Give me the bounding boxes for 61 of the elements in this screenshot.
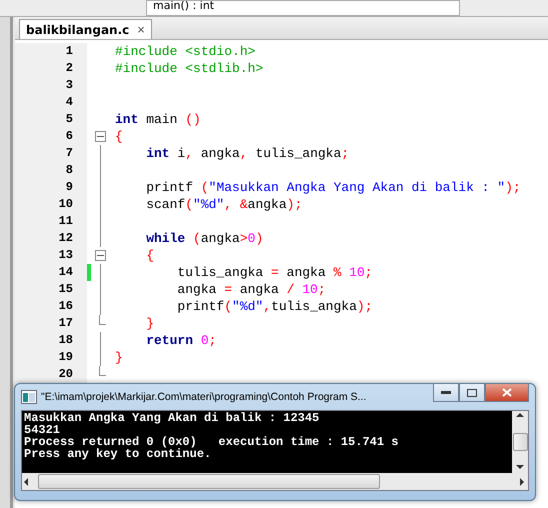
- code-line: {: [114, 129, 123, 144]
- line-number: 7: [15, 145, 87, 162]
- console-icon: [21, 390, 37, 404]
- tab-label: balikbilangan.c: [26, 22, 130, 36]
- close-icon: [502, 388, 512, 397]
- vertical-scrollbar[interactable]: [512, 411, 528, 473]
- code-line: }: [114, 350, 123, 365]
- horizontal-scrollbar[interactable]: [22, 473, 528, 490]
- fold-end: [99, 366, 106, 376]
- line-number: 12: [15, 230, 87, 247]
- minus-icon: [96, 255, 104, 256]
- line-number: 1: [15, 43, 87, 60]
- line-number: 11: [15, 213, 87, 230]
- line-number: 8: [15, 162, 87, 179]
- code-line: #include <stdio.h>: [114, 44, 256, 59]
- console-text: Press any key to continue.: [24, 448, 212, 460]
- minimize-button[interactable]: [433, 384, 459, 402]
- code-line: }: [145, 316, 154, 331]
- code-line: return 0;: [145, 333, 216, 348]
- line-number: 17: [15, 315, 87, 332]
- line-number: 18: [15, 332, 87, 349]
- code-line: while (angka>0): [145, 231, 264, 246]
- line-number: 6: [15, 128, 87, 145]
- fold-toggle[interactable]: [94, 250, 106, 261]
- line-number: 13: [15, 247, 87, 264]
- line-number: 14: [15, 264, 87, 281]
- code-line: tulis_angka = angka % 10;: [176, 265, 372, 280]
- minimize-icon: [441, 391, 451, 394]
- console-text: Process returned 0 (0x0) execution time : 15.741 s: [24, 436, 400, 448]
- line-number: 9: [15, 179, 87, 196]
- code-line: int i, angka, tulis_angka;: [145, 146, 350, 161]
- minus-icon: [96, 136, 104, 137]
- file-tab[interactable]: balikbilangan.c ×: [19, 19, 152, 39]
- function-dropdown[interactable]: main() : int: [146, 0, 460, 16]
- maximize-icon: [467, 388, 477, 396]
- fold-end: [99, 315, 106, 325]
- close-button[interactable]: ×: [137, 22, 145, 37]
- code-line: angka = angka / 10;: [176, 282, 326, 297]
- line-number: 10: [15, 196, 87, 213]
- code-line: int main (): [114, 112, 201, 127]
- code-line: printf ("Masukkan Angka Yang Akan di balik : ");: [145, 180, 521, 195]
- line-number: 5: [15, 111, 87, 128]
- code-line: scanf("%d", &angka);: [145, 197, 302, 212]
- line-number: 19: [15, 349, 87, 366]
- scroll-thumb[interactable]: [38, 474, 380, 489]
- scroll-thumb[interactable]: [512, 433, 528, 451]
- maximize-button[interactable]: [459, 384, 485, 402]
- code-line: #include <stdlib.h>: [114, 61, 264, 76]
- fold-toggle[interactable]: [94, 131, 106, 142]
- line-number: 20: [15, 366, 87, 383]
- line-number: 15: [15, 281, 87, 298]
- code-line: printf("%d",tulis_angka);: [176, 299, 372, 314]
- close-button[interactable]: [485, 384, 529, 402]
- code-line: {: [145, 248, 154, 263]
- console-text: Masukkan Angka Yang Akan di balik : 12345: [24, 412, 320, 424]
- line-number: 3: [15, 77, 87, 94]
- console-text: 54321: [24, 424, 62, 436]
- line-number: 2: [15, 60, 87, 77]
- window-title: "E:\imam\projek\Markijar.Com\materi\programing\Contoh Program S...: [41, 391, 368, 403]
- line-number: 16: [15, 298, 87, 315]
- line-number: 4: [15, 94, 87, 111]
